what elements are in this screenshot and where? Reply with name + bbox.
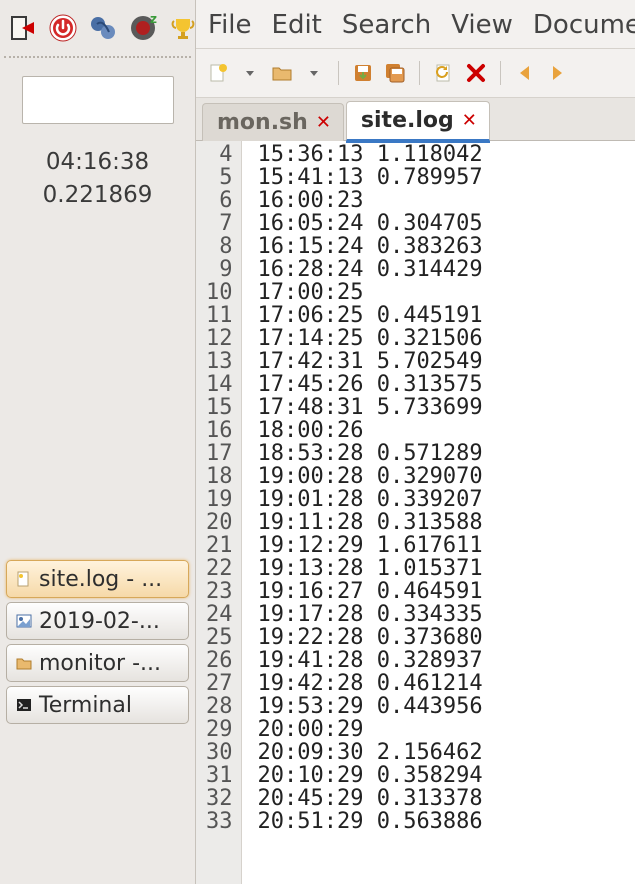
editor-tab[interactable]: mon.sh ✕ xyxy=(202,103,344,141)
line-number-gutter: 4 5 6 7 8 9 10 11 12 13 14 15 16 17 18 1… xyxy=(196,141,242,884)
close-icon[interactable]: ✕ xyxy=(316,112,331,133)
logout-icon[interactable] xyxy=(8,11,38,45)
save-all-icon[interactable] xyxy=(381,59,409,87)
editor-tab[interactable]: site.log ✕ xyxy=(346,101,490,141)
tab-bar: mon.sh ✕ site.log ✕ xyxy=(196,98,635,141)
menubar: File Edit Search View Document xyxy=(196,0,635,49)
toolbar-separator xyxy=(419,61,420,85)
dropdown-icon[interactable] xyxy=(300,59,328,87)
task-button[interactable]: 2019-02-... xyxy=(6,602,189,640)
editor-window: File Edit Search View Document xyxy=(196,0,635,884)
editor-view[interactable]: 4 5 6 7 8 9 10 11 12 13 14 15 16 17 18 1… xyxy=(196,141,635,884)
svg-text:z: z xyxy=(150,13,157,26)
menu-file[interactable]: File xyxy=(208,10,252,40)
panel-launchers: z xyxy=(0,0,195,54)
save-icon[interactable] xyxy=(349,59,377,87)
open-file-icon[interactable] xyxy=(268,59,296,87)
nav-forward-icon[interactable] xyxy=(543,59,571,87)
separator xyxy=(4,56,191,58)
task-button[interactable]: Terminal xyxy=(6,686,189,724)
task-label: 2019-02-... xyxy=(39,609,160,634)
task-button[interactable]: site.log - ... xyxy=(6,560,189,598)
close-icon[interactable]: ✕ xyxy=(462,110,477,131)
record-icon[interactable]: z xyxy=(128,11,158,45)
network-icon[interactable] xyxy=(88,11,118,45)
readout: 04:16:38 0.221869 xyxy=(10,146,185,213)
toolbar-separator xyxy=(338,61,339,85)
menu-search[interactable]: Search xyxy=(342,10,431,40)
task-label: monitor -... xyxy=(39,651,161,676)
doc-icon xyxy=(15,570,33,588)
panel-widget: 04:16:38 0.221869 xyxy=(0,66,195,217)
readout-value: 0.221869 xyxy=(10,179,185,212)
menu-view[interactable]: View xyxy=(451,10,513,40)
power-icon[interactable] xyxy=(48,11,78,45)
task-label: Terminal xyxy=(39,693,132,718)
new-file-icon[interactable] xyxy=(204,59,232,87)
task-label: site.log - ... xyxy=(39,567,162,592)
folder-icon xyxy=(15,654,33,672)
widget-box xyxy=(22,76,174,124)
image-icon xyxy=(15,612,33,630)
tab-label: mon.sh xyxy=(217,110,308,135)
desktop-panel: z 04:16:38 0.221869 site.log - ... 2019-0… xyxy=(0,0,196,884)
toolbar xyxy=(196,49,635,98)
menu-edit[interactable]: Edit xyxy=(272,10,322,40)
toolbar-separator xyxy=(500,61,501,85)
revert-icon[interactable] xyxy=(430,59,458,87)
window-list: site.log - ... 2019-02-... monitor -... Ter… xyxy=(0,560,195,724)
menu-document[interactable]: Document xyxy=(533,10,635,40)
readout-time: 04:16:38 xyxy=(10,146,185,179)
editor-content[interactable]: 15:36:13 1.118042 15:41:13 0.789957 16:0… xyxy=(242,141,635,884)
tab-label: site.log xyxy=(361,108,454,133)
close-file-icon[interactable] xyxy=(462,59,490,87)
trophy-icon[interactable] xyxy=(168,11,198,45)
nav-back-icon[interactable] xyxy=(511,59,539,87)
task-button[interactable]: monitor -... xyxy=(6,644,189,682)
terminal-icon xyxy=(15,696,33,714)
dropdown-icon[interactable] xyxy=(236,59,264,87)
